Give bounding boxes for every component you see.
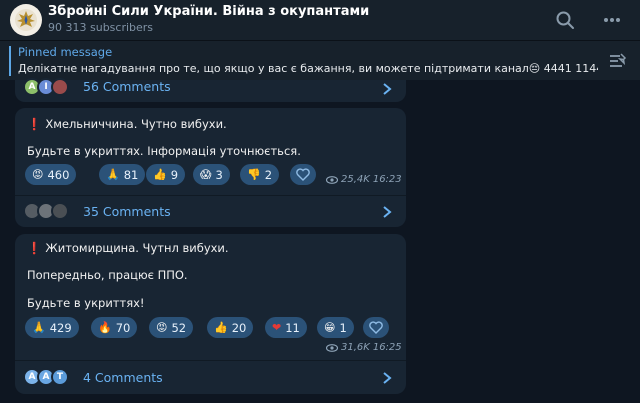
pinned-text: Делікатне нагадування про те, що якщо у …	[18, 62, 598, 75]
heart-outline-icon	[369, 321, 383, 334]
reaction-button[interactable]: 😡 52	[149, 317, 194, 338]
angry-face-icon: 😡	[156, 321, 168, 334]
message-time: 16:23	[372, 174, 402, 185]
reaction-button[interactable]: 👍 9	[146, 164, 186, 185]
reaction-button[interactable]: ❤ 11	[265, 317, 307, 338]
comments-count[interactable]: 56 Comments	[83, 79, 171, 94]
message-meta: 31,6K 16:25	[326, 342, 402, 353]
heart-icon: ❤	[272, 321, 282, 334]
commenter-avatar	[51, 78, 69, 96]
comments-row[interactable]: A A T 4 Comments	[15, 360, 406, 394]
pinned-indicator	[9, 46, 11, 76]
views-eye-icon	[326, 343, 338, 352]
subscriber-count: 90 313 subscribers	[48, 21, 154, 34]
view-count: 25,4K	[341, 174, 370, 185]
add-reaction-button[interactable]	[363, 317, 389, 338]
more-button[interactable]	[600, 8, 624, 32]
chevron-right-icon	[383, 372, 392, 384]
view-count: 31,6K	[341, 342, 370, 353]
comments-row[interactable]: 35 Comments	[15, 195, 406, 227]
message-text: Попередньо, працює ППО.	[27, 268, 188, 282]
message-text: Житомирщина. Чутнл вибухи.	[45, 241, 229, 255]
thumbs-down-icon: 👎	[247, 168, 261, 181]
chevron-right-icon	[383, 83, 392, 95]
channel-title[interactable]: Збройні Сили України. Війна з окупантами	[48, 4, 369, 19]
message-line: ❗ Хмельниччина. Чутно вибухи.	[27, 117, 227, 131]
reaction-button[interactable]: 👎 2	[240, 164, 280, 185]
reaction-button[interactable]: 🙏 81	[99, 164, 146, 185]
exclamation-icon: ❗	[27, 241, 42, 255]
commenter-avatar	[51, 202, 69, 220]
commenter-avatar: T	[51, 368, 69, 386]
pinned-label: Pinned message	[18, 45, 113, 59]
reaction-button[interactable]: 😁 1	[317, 317, 354, 338]
reaction-button[interactable]: 👍 20	[207, 317, 254, 338]
praying-hands-icon: 🙏	[32, 321, 46, 334]
more-dots-icon	[604, 18, 620, 22]
message-bubble[interactable]: ❗ Житомирщина. Чутнл вибухи. Попередньо, …	[15, 234, 406, 360]
prev-comments-row[interactable]: A I 56 Comments	[15, 78, 406, 102]
angry-face-icon: 😡	[32, 168, 44, 181]
comments-count[interactable]: 35 Comments	[83, 204, 171, 219]
pinned-list-icon	[610, 53, 627, 67]
grinning-face-icon: 😁	[324, 321, 336, 334]
fire-icon: 🔥	[98, 321, 112, 334]
views-eye-icon	[326, 175, 338, 184]
message-meta: 25,4K 16:23	[326, 174, 402, 185]
channel-avatar[interactable]	[10, 4, 42, 36]
pinned-list-button[interactable]	[608, 51, 628, 75]
comments-count[interactable]: 4 Comments	[83, 370, 163, 385]
chevron-right-icon	[383, 206, 392, 218]
reaction-button[interactable]: 🙏 429	[25, 317, 79, 338]
message-text: Будьте в укриттях. Інформація уточнюєтьс…	[27, 144, 301, 158]
screaming-face-icon: 😱	[200, 168, 212, 181]
chat-header: Збройні Сили України. Війна з окупантами…	[0, 0, 640, 40]
reaction-button[interactable]: 😡 460	[25, 164, 77, 185]
search-icon	[556, 11, 574, 29]
message-bubble[interactable]: ❗ Хмельниччина. Чутно вибухи. Будьте в ук…	[15, 108, 406, 195]
reaction-button[interactable]: 🔥 70	[91, 317, 138, 338]
exclamation-icon: ❗	[27, 117, 42, 131]
thumbs-up-icon: 👍	[153, 168, 167, 181]
message-text: Будьте в укриттях!	[27, 296, 145, 310]
search-button[interactable]	[553, 8, 577, 32]
message-line: ❗ Житомирщина. Чутнл вибухи.	[27, 241, 229, 255]
praying-hands-icon: 🙏	[106, 168, 120, 181]
thumbs-up-icon: 👍	[214, 321, 228, 334]
reaction-button[interactable]: 😱 3	[193, 164, 230, 185]
pinned-message-bar[interactable]: Pinned message Делікатне нагадування про…	[0, 40, 640, 80]
message-time: 16:25	[372, 342, 402, 353]
message-text: Хмельниччина. Чутно вибухи.	[45, 117, 227, 131]
heart-outline-icon	[296, 168, 310, 181]
armed-forces-emblem-icon	[15, 9, 37, 31]
add-reaction-button[interactable]	[290, 164, 316, 185]
